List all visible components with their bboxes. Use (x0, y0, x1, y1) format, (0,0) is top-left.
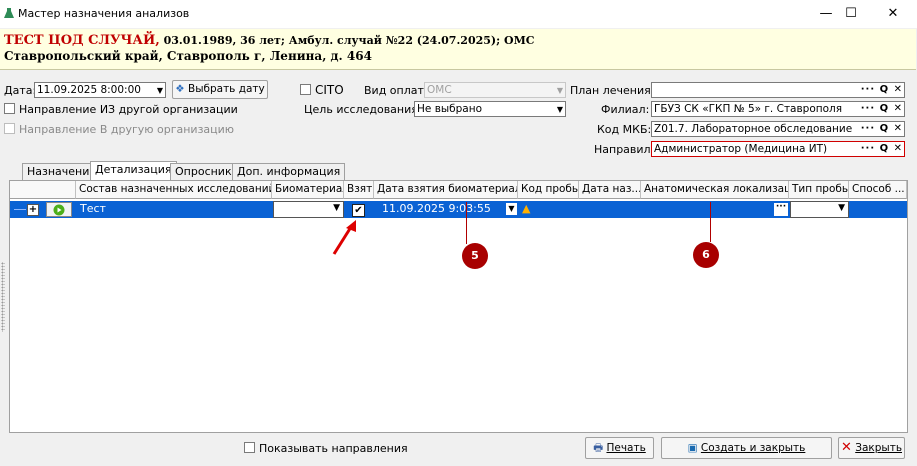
splitter-grip[interactable] (1, 262, 5, 332)
play-button[interactable] (46, 202, 72, 217)
close-label: Закрыть (855, 442, 903, 454)
maximize-button[interactable]: ☐ (828, 0, 874, 28)
annotation-line-6 (710, 202, 711, 242)
sender-buttons[interactable]: ··· Q ✕ (861, 142, 903, 156)
sender-input[interactable]: Администратор (Медицина ИТ) ··· Q ✕ (651, 141, 905, 157)
date-input[interactable]: 11.09.2025 8:00:00 ▼ (34, 82, 166, 98)
mkb-value: Z01.7. Лабораторное обследование (654, 123, 853, 135)
save-icon: ▣ (687, 442, 698, 454)
tab-questionnaire[interactable]: Опросник (170, 163, 237, 180)
annotation-badge-5: 5 (462, 243, 488, 269)
print-label: Печать (606, 442, 646, 454)
close-button[interactable]: ✕ Закрыть (838, 437, 905, 459)
title-bar: Мастер назначения анализов — ☐ ✕ (0, 0, 917, 28)
date-label: Дата: (4, 84, 37, 97)
close-icon: ✕ (840, 440, 852, 455)
branch-value: ГБУЗ СК «ГКП № 5» г. Ставрополя (654, 103, 843, 115)
plan-input[interactable]: ··· Q ✕ (651, 82, 905, 98)
taken-checkbox[interactable]: ✔ (352, 204, 365, 217)
details-grid: Состав назначенных исследований ▽ Биомат… (9, 180, 908, 433)
purpose-value: Не выбрано (417, 103, 483, 115)
payment-select[interactable]: ОМС ▼ (424, 82, 566, 98)
branch-label: Филиал: (601, 103, 650, 116)
patient-name: ТЕСТ ЦОД СЛУЧАЙ, (4, 33, 160, 48)
show-directions-checkbox[interactable]: Показывать направления (244, 442, 408, 455)
plan-label: План лечения: (570, 84, 655, 97)
purpose-label: Цель исследования: (304, 103, 422, 116)
patient-address: Ставропольский край, Ставрополь г, Ленин… (4, 49, 372, 63)
print-button[interactable]: 🖶 Печать (585, 437, 654, 459)
table-row[interactable]: + Тест ▼ ✔ 11.09.2025 9:03:55 ▼ ▲ ··· ▼ (10, 201, 907, 218)
sample-type-select[interactable]: ▼ (790, 201, 849, 218)
expand-icon[interactable]: + (27, 204, 39, 216)
col-header-taken[interactable]: Взят (344, 181, 374, 199)
date-taken-value[interactable]: 11.09.2025 9:03:55 (382, 201, 491, 217)
col-header-sample-type[interactable]: Тип пробы (789, 181, 849, 199)
show-directions-label: Показывать направления (259, 442, 408, 455)
biomaterial-select[interactable]: ▼ (273, 201, 344, 218)
col-header-date-taken[interactable]: Дата взятия биоматериала (374, 181, 518, 199)
col-header-composition-label: Состав назначенных исследований (79, 183, 272, 195)
printer-icon: 🖶 (593, 442, 604, 454)
col-header-anatomic[interactable]: Анатомическая локализация (641, 181, 789, 199)
col-header-biomaterial[interactable]: Биоматериал (272, 181, 344, 199)
plan-buttons[interactable]: ··· Q ✕ (861, 83, 903, 97)
row-name: Тест (80, 202, 106, 215)
to-other-org-label: Направление В другую организацию (19, 123, 235, 136)
cito-checkbox[interactable]: CITO (300, 83, 344, 97)
close-window-button[interactable]: ✕ (870, 0, 916, 28)
from-other-org-box[interactable] (4, 103, 15, 114)
chevron-down-icon[interactable]: ▼ (838, 203, 845, 213)
grid-header-blank (10, 181, 76, 199)
play-icon (53, 204, 65, 216)
payment-value: ОМС (427, 84, 452, 96)
tree-line (14, 209, 26, 210)
window-title: Мастер назначения анализов (18, 7, 190, 20)
date-value: 11.09.2025 8:00:00 (37, 84, 141, 96)
chevron-down-icon[interactable]: ▼ (557, 84, 563, 97)
tab-extra-info[interactable]: Доп. информация (232, 163, 346, 180)
show-directions-box[interactable] (244, 442, 255, 453)
from-other-org-label: Направление ИЗ другой организации (19, 103, 238, 116)
create-close-label: Создать и закрыть (700, 442, 806, 454)
patient-line: ТЕСТ ЦОД СЛУЧАЙ, 03.01.1989, 36 лет; Амб… (4, 33, 535, 48)
mkb-buttons[interactable]: ··· Q ✕ (861, 122, 903, 136)
sender-label: Направил: (594, 143, 655, 156)
sender-value: Администратор (Медицина ИТ) (654, 143, 828, 155)
col-header-sample-code[interactable]: Код пробы (518, 181, 579, 199)
to-other-org-checkbox[interactable]: Направление В другую организацию (4, 123, 234, 136)
chevron-down-icon[interactable]: ▼ (506, 203, 517, 215)
col-header-date-assigned[interactable]: Дата наз... (579, 181, 641, 199)
chevron-down-icon[interactable]: ▼ (333, 203, 340, 213)
branch-input[interactable]: ГБУЗ СК «ГКП № 5» г. Ставрополя ··· Q ✕ (651, 101, 905, 117)
create-close-button[interactable]: ▣ Создать и закрыть (661, 437, 832, 459)
annotation-badge-6: 6 (693, 242, 719, 268)
purpose-select[interactable]: Не выбрано ▼ (414, 101, 566, 117)
to-other-org-box[interactable] (4, 123, 15, 134)
annotation-arrow (332, 220, 356, 255)
chevron-down-icon[interactable]: ▼ (157, 84, 163, 97)
app-icon (4, 8, 14, 18)
mkb-input[interactable]: Z01.7. Лабораторное обследование ··· Q ✕ (651, 121, 905, 137)
calendar-icon: ❖ (175, 83, 185, 95)
cito-label: CITO (315, 83, 344, 97)
choose-date-label: Выбрать дату (188, 83, 265, 95)
branch-buttons[interactable]: ··· Q ✕ (861, 102, 903, 116)
from-other-org-checkbox[interactable]: Направление ИЗ другой организации (4, 103, 238, 116)
choose-date-button[interactable]: ❖ Выбрать дату (172, 80, 268, 99)
cito-box[interactable] (300, 84, 311, 95)
annotation-line-5 (466, 202, 467, 244)
tab-details[interactable]: Детализация (90, 161, 177, 181)
patient-details: 03.01.1989, 36 лет; Амбул. случай №22 (2… (159, 34, 535, 47)
chevron-down-icon[interactable]: ▼ (557, 103, 563, 116)
warning-icon: ▲ (522, 202, 531, 215)
patient-header: ТЕСТ ЦОД СЛУЧАЙ, 03.01.1989, 36 лет; Амб… (0, 29, 916, 70)
col-header-composition[interactable]: Состав назначенных исследований ▽ (76, 181, 272, 199)
col-header-method[interactable]: Способ ... (849, 181, 907, 199)
ellipsis-button[interactable]: ··· (774, 203, 788, 216)
mkb-label: Код МКБ: (597, 123, 652, 136)
